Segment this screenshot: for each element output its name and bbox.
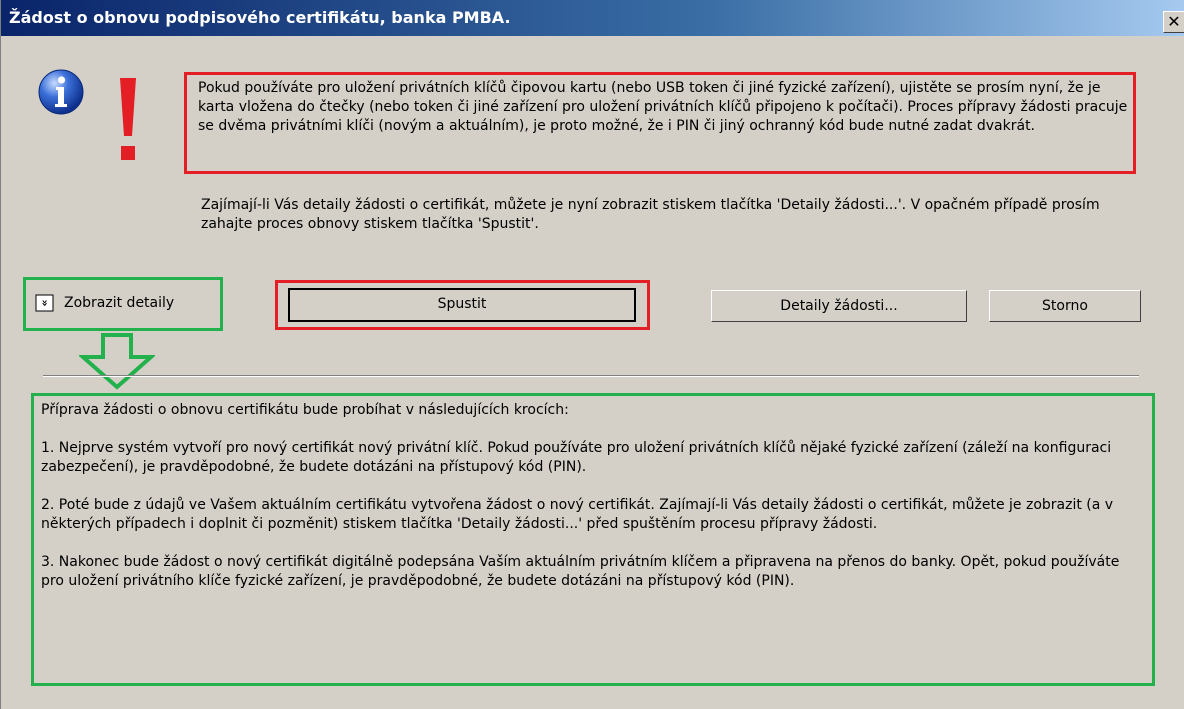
details-intro: Příprava žádosti o obnovu certifikátu bu…	[41, 402, 569, 418]
exclamation-icon	[120, 78, 136, 160]
request-details-button[interactable]: Detaily žádosti...	[711, 290, 967, 322]
cancel-button[interactable]: Storno	[989, 290, 1141, 322]
warning-message: Pokud používáte pro uložení privátních k…	[198, 80, 1128, 134]
description-message: Zajímají-li Vás detaily žádosti o certif…	[201, 197, 1100, 232]
info-icon	[38, 69, 84, 115]
title-bar: Žádost o obnovu podpisového certifikátu,…	[1, 0, 1184, 36]
show-details-toggle[interactable]: Zobrazit detaily	[64, 294, 174, 312]
details-step-1: 1. Nejprve systém vytvoří pro nový certi…	[41, 440, 1112, 475]
arrow-down-icon	[79, 333, 155, 390]
window-title: Žádost o obnovu podpisového certifikátu,…	[9, 8, 511, 27]
chevron-down-icon[interactable]: »	[35, 294, 54, 312]
dialog-window: Žádost o obnovu podpisového certifikátu,…	[0, 0, 1184, 709]
details-step-3: 3. Nakonec bude žádost o nový certifikát…	[41, 554, 1120, 589]
start-button[interactable]: Spustit	[288, 288, 636, 322]
separator-line	[43, 375, 1139, 377]
details-panel: Příprava žádosti o obnovu certifikátu bu…	[41, 401, 1146, 610]
details-step-2: 2. Poté bude z údajů ve Vašem aktuálním …	[41, 497, 1114, 532]
close-button[interactable]: ✕	[1163, 11, 1184, 33]
